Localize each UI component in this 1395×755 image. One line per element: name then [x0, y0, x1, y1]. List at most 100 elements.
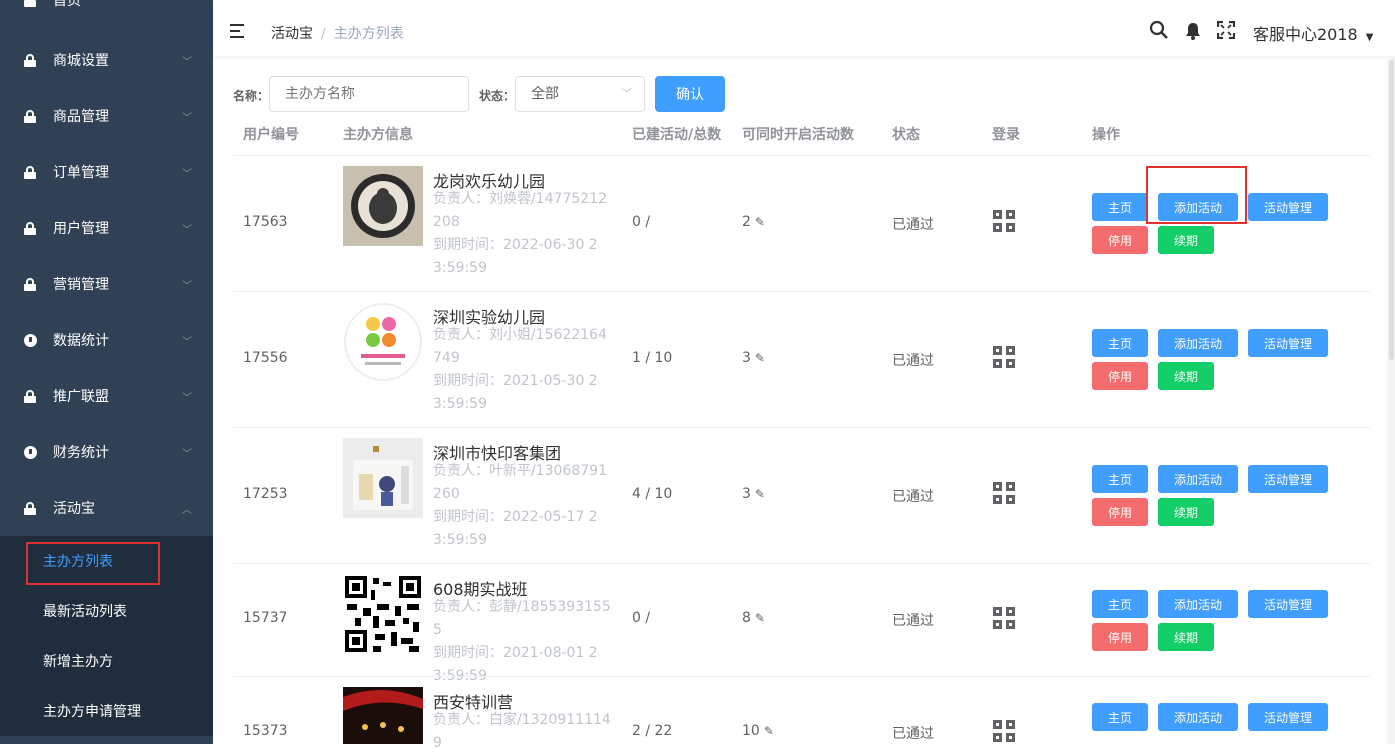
edit-icon[interactable]: ✎: [755, 487, 765, 501]
sidebar-item-users[interactable]: 用户管理 ﹀: [0, 200, 213, 256]
qrcode-icon[interactable]: [993, 210, 1015, 232]
status-text: 已通过: [892, 353, 934, 369]
sidebar-subitem-label: 最新活动列表: [43, 604, 127, 620]
divider: [233, 291, 1370, 292]
scrollbar-thumb[interactable]: [1389, 60, 1394, 360]
activity-count: 2 / 22: [632, 723, 673, 739]
sidebar-subitem-latest-activities[interactable]: 最新活动列表: [0, 586, 213, 636]
concurrent-count: 8 ✎: [742, 610, 765, 626]
disable-button[interactable]: 停用: [1092, 498, 1148, 526]
edit-icon[interactable]: ✎: [764, 724, 774, 738]
edit-icon[interactable]: ✎: [755, 611, 765, 625]
chevron-down-icon: ﹀: [182, 168, 192, 180]
chevron-down-icon: ﹀: [182, 392, 192, 404]
sidebar: 首页 商城设置 ﹀ 商品管理 ﹀ 订单管理 ﹀ 用户管理 ﹀ 营销管理 ﹀ 数据…: [0, 0, 213, 744]
sidebar-item-label: 商品管理: [53, 109, 109, 125]
organizer-name-input[interactable]: [269, 76, 469, 112]
fullscreen-icon[interactable]: [1217, 21, 1235, 39]
home-button[interactable]: 主页: [1092, 703, 1148, 731]
sidebar-item-orders[interactable]: 订单管理 ﹀: [0, 144, 213, 200]
activity-manage-button[interactable]: 活动管理: [1248, 465, 1328, 493]
concurrent-count: 10 ✎: [742, 723, 774, 739]
qrcode-icon[interactable]: [993, 346, 1015, 368]
organizer-logo: [343, 687, 423, 744]
organizer-logo: [343, 438, 423, 518]
status-text: 已通过: [892, 489, 934, 505]
organizer-owner: 负责人：叶新平/13068791260: [433, 463, 607, 502]
confirm-button[interactable]: 确认: [655, 76, 725, 112]
activity-count: 4 / 10: [632, 486, 673, 502]
breadcrumb: 活动宝 / 主办方列表: [271, 23, 404, 43]
disable-button[interactable]: 停用: [1092, 623, 1148, 651]
sidebar-item-products[interactable]: 商品管理 ﹀: [0, 88, 213, 144]
concurrent-value: 8: [742, 610, 751, 626]
activity-manage-button[interactable]: 活动管理: [1248, 703, 1328, 731]
activity-manage-button[interactable]: 活动管理: [1248, 193, 1328, 221]
sidebar-item-mall-settings[interactable]: 商城设置 ﹀: [0, 32, 213, 88]
sidebar-subitem-label: 主办方申请管理: [43, 704, 141, 720]
sidebar-subitem-add-organizer[interactable]: 新增主办方: [0, 636, 213, 686]
sidebar-item-marketing[interactable]: 营销管理 ﹀: [0, 256, 213, 312]
home-button[interactable]: 主页: [1092, 193, 1148, 221]
hamburger-icon[interactable]: [230, 24, 246, 38]
lock-icon: [23, 221, 37, 235]
sidebar-item-finance[interactable]: 财务统计 ﹀: [0, 424, 213, 480]
renew-button[interactable]: 续期: [1158, 623, 1214, 651]
activity-count: 0 /: [632, 610, 651, 626]
edit-icon[interactable]: ✎: [755, 351, 765, 365]
lock-icon: [23, 53, 37, 67]
divider: [233, 676, 1370, 677]
add-activity-button[interactable]: 添加活动: [1158, 703, 1238, 731]
renew-button[interactable]: 续期: [1158, 362, 1214, 390]
sidebar-item-label: 订单管理: [53, 165, 109, 181]
qrcode-icon[interactable]: [993, 720, 1015, 742]
add-activity-button[interactable]: 添加活动: [1158, 329, 1238, 357]
lock-icon: [23, 501, 37, 515]
sidebar-item-activity[interactable]: 活动宝 ︿: [0, 480, 213, 536]
renew-button[interactable]: 续期: [1158, 498, 1214, 526]
breadcrumb-item[interactable]: 活动宝: [271, 26, 313, 42]
renew-button[interactable]: 续期: [1158, 226, 1214, 254]
edit-icon[interactable]: ✎: [755, 215, 765, 229]
sidebar-item-label: 用户管理: [53, 221, 109, 237]
add-activity-button[interactable]: 添加活动: [1158, 590, 1238, 618]
column-header-info: 主办方信息: [343, 127, 413, 143]
home-button[interactable]: 主页: [1092, 329, 1148, 357]
user-menu[interactable]: 客服中心2018 ▼: [1253, 21, 1373, 45]
column-header-activities: 已建活动/总数: [632, 127, 722, 143]
sidebar-item-affiliate[interactable]: 推广联盟 ﹀: [0, 368, 213, 424]
sidebar-item-label: 数据统计: [53, 333, 109, 349]
activity-manage-button[interactable]: 活动管理: [1248, 590, 1328, 618]
status-select[interactable]: 全部 ﹀: [515, 76, 645, 112]
home-button[interactable]: 主页: [1092, 465, 1148, 493]
sidebar-item-label: 推广联盟: [53, 389, 109, 405]
breadcrumb-item-current: 主办方列表: [333, 26, 404, 42]
top-navbar: 活动宝 / 主办方列表 客服中心2018 ▼: [213, 0, 1395, 56]
disable-button[interactable]: 停用: [1092, 362, 1148, 390]
chevron-down-icon: ﹀: [182, 336, 192, 348]
chevron-up-icon: ︿: [182, 504, 192, 516]
organizer-details: 负责人：叶新平/13068791260 到期时间：2022-05-17 23:5…: [433, 460, 611, 552]
sidebar-item-statistics[interactable]: 数据统计 ﹀: [0, 312, 213, 368]
add-activity-button[interactable]: 添加活动: [1158, 465, 1238, 493]
user-id: 17253: [243, 486, 288, 502]
search-icon[interactable]: [1149, 20, 1169, 40]
qrcode-icon[interactable]: [993, 482, 1015, 504]
organizer-expire: 到期时间：2021-08-01 23:59:59: [433, 645, 598, 684]
qrcode-icon[interactable]: [993, 607, 1015, 629]
sidebar-subitem-label: 新增主办方: [43, 654, 113, 670]
organizer-qrcode-image: [343, 574, 423, 654]
chevron-down-icon: ﹀: [621, 87, 632, 100]
divider: [233, 427, 1370, 428]
organizer-logo: [343, 302, 423, 382]
organizer-details: 负责人：白家/13209111149: [433, 709, 611, 755]
chevron-down-icon: ﹀: [182, 448, 192, 460]
bell-icon[interactable]: [1185, 22, 1201, 40]
disable-button[interactable]: 停用: [1092, 226, 1148, 254]
sidebar-subitem-applications[interactable]: 主办方申请管理: [0, 686, 213, 736]
sidebar-item-home[interactable]: 首页: [0, 0, 213, 28]
concurrent-value: 3: [742, 486, 751, 502]
chevron-down-icon: ﹀: [182, 280, 192, 292]
activity-manage-button[interactable]: 活动管理: [1248, 329, 1328, 357]
home-button[interactable]: 主页: [1092, 590, 1148, 618]
